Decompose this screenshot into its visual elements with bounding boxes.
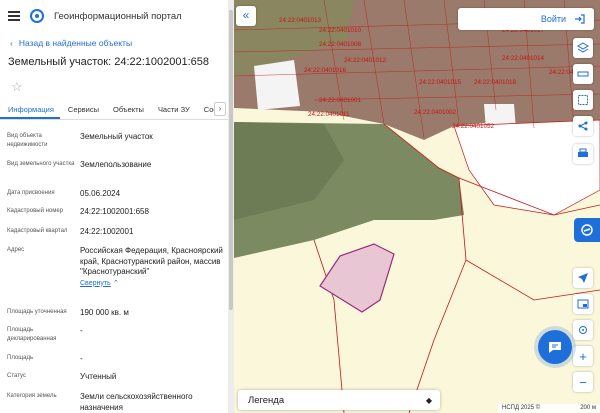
collapse-icon[interactable]: « (236, 6, 256, 26)
locate-icon (579, 326, 587, 334)
tab-objects[interactable]: Объекты (105, 98, 150, 119)
share-icon (578, 121, 588, 131)
print-button[interactable] (573, 144, 593, 164)
navigate-button[interactable] (573, 268, 593, 288)
chevron-up-icon: ⌃ (112, 279, 119, 287)
property-value: Землепользование (80, 160, 152, 169)
parcel-label: 24:22:0401014 (502, 55, 545, 62)
property-value: Российская Федерация, Красноярский край,… (80, 246, 225, 289)
parcel-label: 24:22:0401015 (419, 79, 462, 86)
property-label: Категория земель (7, 393, 57, 399)
property-value: - (80, 326, 83, 335)
parcel-label: 24:22:0401002 (414, 109, 457, 116)
chat-icon (549, 342, 561, 353)
screen-icon (577, 299, 589, 309)
portal-logo-icon (30, 9, 44, 23)
tab-services[interactable]: Сервисы (60, 98, 105, 119)
portal-title: Геоинформационный портал (54, 10, 182, 22)
property-label: Дата присвоения (7, 190, 55, 196)
parcel-label: 24:22:0401010 (319, 27, 362, 34)
select-area-button[interactable] (573, 90, 593, 110)
locate-button[interactable] (573, 320, 593, 340)
side-panel-tab[interactable] (574, 218, 600, 242)
property-label: Адрес (7, 247, 25, 253)
parcel-label: 24:22:0401011 (308, 111, 350, 118)
map-copyright: НСПД 2025 © (502, 405, 541, 411)
property-value: 190 000 кв. м (80, 308, 129, 317)
property-label: Вид объекта недвижимости (7, 133, 48, 148)
chat-button[interactable] (538, 330, 572, 364)
parcel-label: 24:22:0401012 (344, 57, 387, 64)
back-to-results-link[interactable]: ‹ Назад в найденные объекты (0, 36, 228, 50)
parcel-label: 24:22:0401013 (279, 17, 322, 24)
select-area-icon (578, 95, 588, 105)
tab-parts[interactable]: Части ЗУ (150, 98, 196, 119)
collapse-address-link[interactable]: Свернуть (80, 280, 111, 287)
parcel-label: 24:22:0401016 (304, 67, 347, 74)
screen-button[interactable] (573, 294, 593, 314)
star-icon[interactable]: ☆ (11, 79, 25, 95)
property-label: Кадастровый квартал (7, 228, 68, 234)
scale-bar: НСПД 2025 © 200 м (498, 404, 600, 413)
print-icon (578, 148, 588, 157)
legend-label: Легенда (248, 394, 285, 406)
scrollbar-thumb[interactable] (229, 10, 233, 310)
login-icon (575, 14, 585, 24)
property-value: - (80, 354, 83, 363)
address-text: Российская Федерация, Красноярский край,… (80, 246, 223, 276)
tab-info[interactable]: Информация (0, 98, 60, 119)
zoom-in-icon[interactable]: + (573, 346, 593, 366)
property-label: Кадастровый номер (7, 208, 64, 214)
tabs-bar: Информация Сервисы Объекты Части ЗУ Сост… (0, 98, 228, 120)
page-title: Земельный участок: 24:22:1002001:658 (8, 56, 210, 68)
property-label: Площадь уточненная (7, 309, 67, 315)
property-label: Статус (7, 373, 26, 379)
layers-button[interactable] (573, 38, 593, 58)
property-label: Площадь декларированная (7, 327, 57, 342)
parcel-label: 24:22:0401001 (319, 97, 362, 104)
legend-dropdown[interactable]: Легенда ◆ (238, 390, 440, 410)
property-value: Земельный участок (80, 132, 153, 141)
login-label: Войти (540, 14, 566, 24)
parcel-label: 24:22:0401052 (452, 123, 495, 130)
menu-icon[interactable] (8, 11, 20, 21)
tabs-scroll-right-button[interactable]: › (214, 102, 226, 116)
info-sidebar: Геоинформационный портал ‹ Назад в найде… (0, 0, 228, 413)
parcel-label: 24:22:0401018 (474, 79, 517, 86)
map-tab-icon (581, 224, 593, 236)
collapse-label: Свернуть (80, 279, 111, 287)
property-label: Площадь (7, 355, 34, 361)
chevron-left-icon: ‹ (10, 38, 13, 48)
property-value: Земли сельскохозяйственного назначения (80, 392, 193, 412)
property-value: 24:22:1002001 (80, 227, 134, 236)
selected-parcel[interactable] (319, 243, 395, 313)
property-value: Учтенный (80, 372, 117, 381)
navigate-icon (578, 273, 588, 283)
back-label: Назад в найденные объекты (18, 38, 133, 48)
scale-value: 200 м (580, 405, 596, 411)
empty-area (254, 60, 300, 110)
ruler-button[interactable] (573, 64, 593, 84)
property-label: Вид земельного участка (7, 161, 75, 167)
ruler-icon (577, 71, 589, 77)
login-button[interactable]: Войти (458, 8, 594, 30)
zoom-out-icon[interactable]: − (573, 372, 593, 392)
layers-icon (577, 42, 589, 53)
property-value: 24:22:1002001:658 (80, 207, 149, 216)
sidebar-header: Геоинформационный портал (0, 0, 228, 32)
property-value: 05.06.2024 (80, 189, 121, 198)
chevron-down-icon: ◆ (425, 395, 432, 405)
parcel-label: 24:22:0401008 (319, 41, 362, 48)
share-button[interactable] (573, 116, 593, 136)
